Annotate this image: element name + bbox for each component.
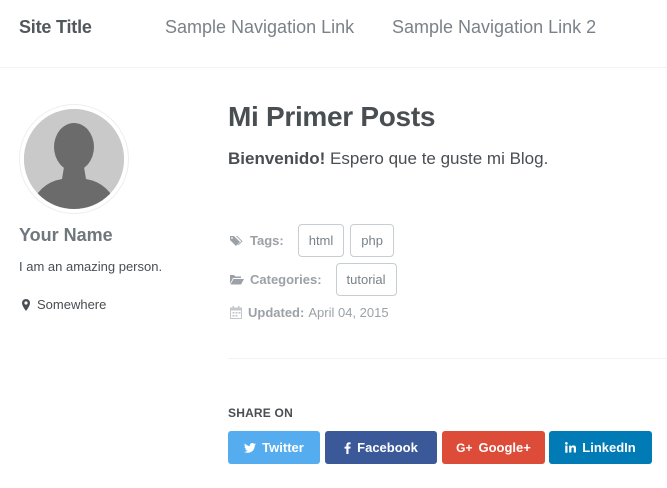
updated-label: Updated: <box>248 305 305 320</box>
google-plus-icon: G+ <box>456 440 473 455</box>
category-tutorial[interactable]: tutorial <box>335 263 397 296</box>
author-avatar <box>19 104 129 214</box>
site-title-link[interactable]: Site Title <box>19 17 92 38</box>
nav-link-2[interactable]: Sample Navigation Link 2 <box>392 17 596 38</box>
twitter-icon <box>244 442 257 453</box>
avatar-silhouette-icon <box>24 109 124 209</box>
post-categories: Categories: tutorial <box>230 263 397 296</box>
folder-open-icon <box>230 275 244 285</box>
linkedin-icon <box>565 442 577 453</box>
share-title: SHARE ON <box>228 406 293 420</box>
share-google-plus-label: Google+ <box>478 440 531 455</box>
tags-label: Tags: <box>250 233 284 248</box>
share-twitter-label: Twitter <box>262 440 304 455</box>
share-twitter-button[interactable]: Twitter <box>228 431 320 464</box>
post-title: Mi Primer Posts <box>228 101 436 132</box>
updated-date: April 04, 2015 <box>308 305 389 320</box>
facebook-icon <box>344 441 351 454</box>
post-intro: Bienvenido! Espero que te guste mi Blog. <box>228 149 548 169</box>
share-linkedin-button[interactable]: LinkedIn <box>549 431 652 464</box>
post-intro-text: Espero que te guste mi Blog. <box>325 149 549 168</box>
author-name: Your Name <box>19 225 113 245</box>
tag-php[interactable]: php <box>350 224 394 257</box>
author-location: Somewhere <box>22 297 106 312</box>
share-linkedin-label: LinkedIn <box>582 440 636 455</box>
masthead: Site Title Sample Navigation Link Sample… <box>0 0 667 68</box>
post-intro-bold: Bienvenido! <box>228 149 326 168</box>
share-facebook-button[interactable]: Facebook <box>325 431 437 464</box>
content-divider <box>228 358 667 359</box>
nav-link-1[interactable]: Sample Navigation Link <box>165 17 354 38</box>
tag-html[interactable]: html <box>297 224 345 257</box>
calendar-icon <box>230 306 242 319</box>
post-updated: Updated: April 04, 2015 <box>230 305 389 320</box>
map-marker-icon <box>22 298 30 311</box>
categories-label: Categories: <box>250 272 322 287</box>
post-tags: Tags: html php <box>230 224 394 257</box>
author-location-text: Somewhere <box>37 297 107 312</box>
tags-icon <box>230 235 243 246</box>
share-google-plus-button[interactable]: G+ Google+ <box>442 431 545 464</box>
author-bio: I am an amazing person. <box>19 259 163 274</box>
share-facebook-label: Facebook <box>357 440 418 455</box>
